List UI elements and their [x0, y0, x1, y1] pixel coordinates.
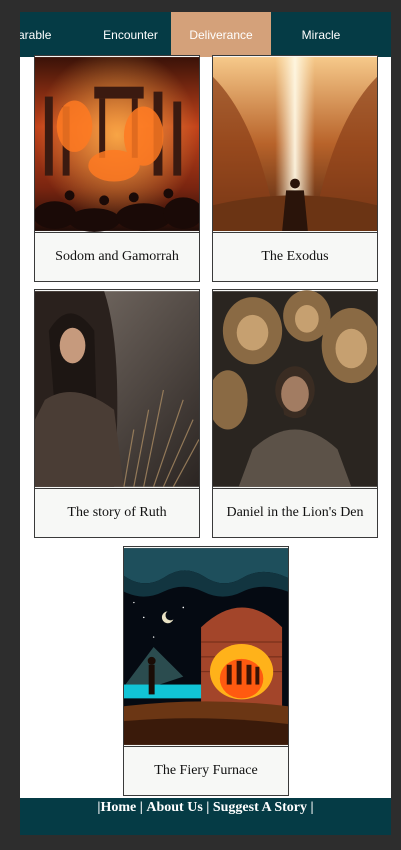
tab-miracle[interactable]: Miracle	[271, 12, 371, 57]
story-title: The story of Ruth	[35, 488, 199, 536]
category-tabs: Parable Encounter Deliverance Miracle	[20, 12, 391, 57]
story-card-sodom[interactable]: Sodom and Gamorrah	[34, 55, 200, 282]
tab-encounter[interactable]: Encounter	[90, 12, 171, 57]
footer-separator: |	[202, 800, 213, 815]
story-card-ruth[interactable]: The story of Ruth	[34, 289, 200, 538]
woman-in-wheat-field-image	[35, 291, 199, 488]
furnace-image	[124, 548, 288, 745]
footer-separator: |	[306, 800, 314, 815]
footer-link-suggest[interactable]: Suggest A Story	[213, 800, 307, 816]
burning-city-image	[35, 57, 199, 232]
footer-nav: | Home | About Us | Suggest A Story |	[20, 798, 391, 835]
tab-parable[interactable]: Parable	[20, 12, 90, 57]
story-title: The Fiery Furnace	[124, 746, 288, 794]
story-title: Sodom and Gamorrah	[35, 232, 199, 280]
parting-sea-image	[213, 57, 377, 231]
story-title: The Exodus	[213, 232, 377, 280]
footer-link-home[interactable]: Home	[101, 800, 137, 816]
footer-separator: |	[136, 800, 147, 815]
story-card-exodus[interactable]: The Exodus	[212, 55, 378, 282]
footer-link-about[interactable]: About Us	[146, 800, 202, 816]
story-card-furnace[interactable]: The Fiery Furnace	[123, 546, 289, 796]
story-card-daniel[interactable]: Daniel in the Lion's Den	[212, 289, 378, 538]
app-frame: Parable Encounter Deliverance Miracle	[20, 12, 391, 835]
tab-deliverance[interactable]: Deliverance	[171, 12, 271, 57]
story-title: Daniel in the Lion's Den	[213, 488, 377, 536]
man-with-lions-image	[213, 290, 377, 487]
